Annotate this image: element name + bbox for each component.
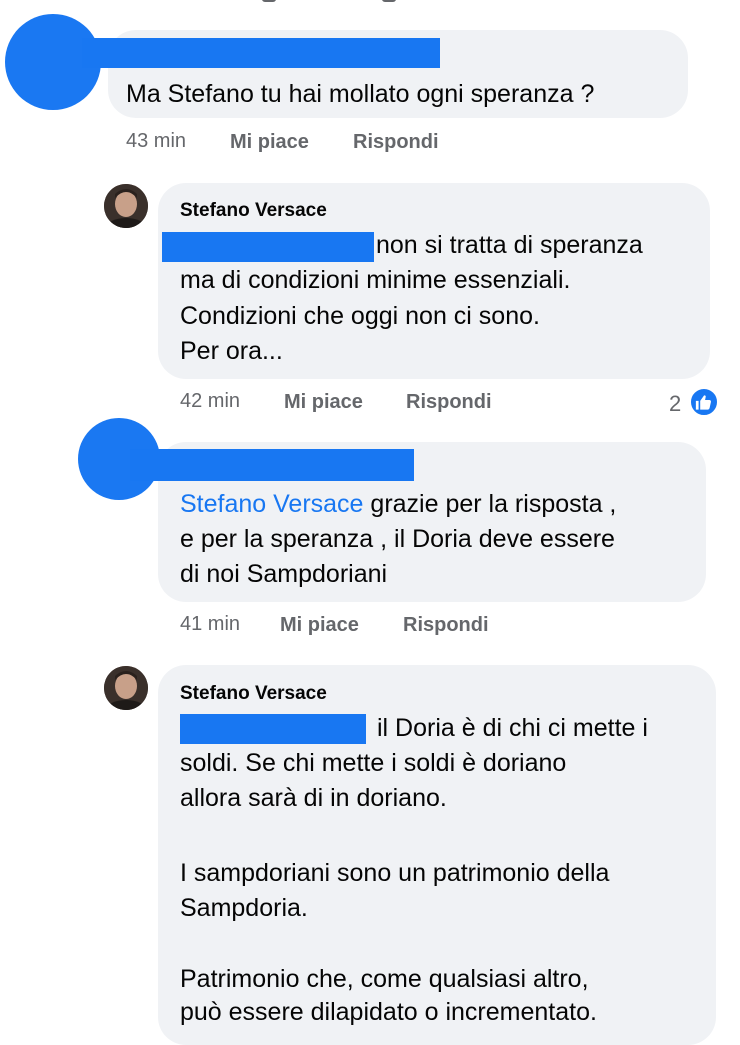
reply-button[interactable]: Rispondi [406,391,492,414]
like-reaction-icon[interactable] [689,387,719,417]
comment-timestamp[interactable]: 43 min [126,130,186,153]
comment-text-line: allora sarà di in doriano. [180,784,447,812]
comment-author[interactable]: Stefano Versace [180,683,327,705]
comment-text: Ma Stefano tu hai mollato ogni speranza … [126,80,595,108]
comment-text-line: non si tratta di speranza [376,231,643,259]
comment-text-line: I sampdoriani sono un patrimonio della [180,859,610,887]
comment-text-line: Stefano Versace grazie per la risposta , [180,490,617,518]
comment-text-line: Per ora... [180,337,283,365]
comment-text-line: il Doria è di chi ci mette i [377,714,648,742]
like-button[interactable]: Mi piace [280,614,359,637]
comment-text-line: soldi. Se chi mette i soldi è doriano [180,749,567,777]
comment-author[interactable]: Stefano Versace [180,200,327,222]
comment-text-line: e per la speranza , il Doria deve essere [180,525,615,553]
redacted-author-name [130,449,414,481]
avatar-photo-icon [104,666,148,710]
comment-text-line: ma di condizioni minime essenziali. [180,266,571,294]
redacted-mention [180,714,366,744]
comment-text-line: Patrimonio che, come qualsiasi altro, [180,965,589,993]
avatar-photo-icon [104,184,148,228]
redacted-mention [162,232,374,262]
previous-content-remnant [382,0,396,2]
previous-content-remnant [262,0,276,2]
comment-timestamp[interactable]: 41 min [180,613,240,636]
avatar[interactable] [104,666,148,710]
comment-text-line: può essere dilapidato o incrementato. [180,998,597,1026]
reply-button[interactable]: Rispondi [403,614,489,637]
reply-button[interactable]: Rispondi [353,131,439,154]
reaction-count[interactable]: 2 [669,391,681,417]
comment-text-line: Sampdoria. [180,894,308,922]
like-button[interactable]: Mi piace [284,391,363,414]
comment-text-line: di noi Sampdoriani [180,560,388,588]
redacted-author-name [82,38,440,68]
comment-text-line: Condizioni che oggi non ci sono. [180,302,540,330]
comment-timestamp[interactable]: 42 min [180,390,240,413]
mention-link[interactable]: Stefano Versace [180,490,363,518]
like-button[interactable]: Mi piace [230,131,309,154]
avatar[interactable] [104,184,148,228]
